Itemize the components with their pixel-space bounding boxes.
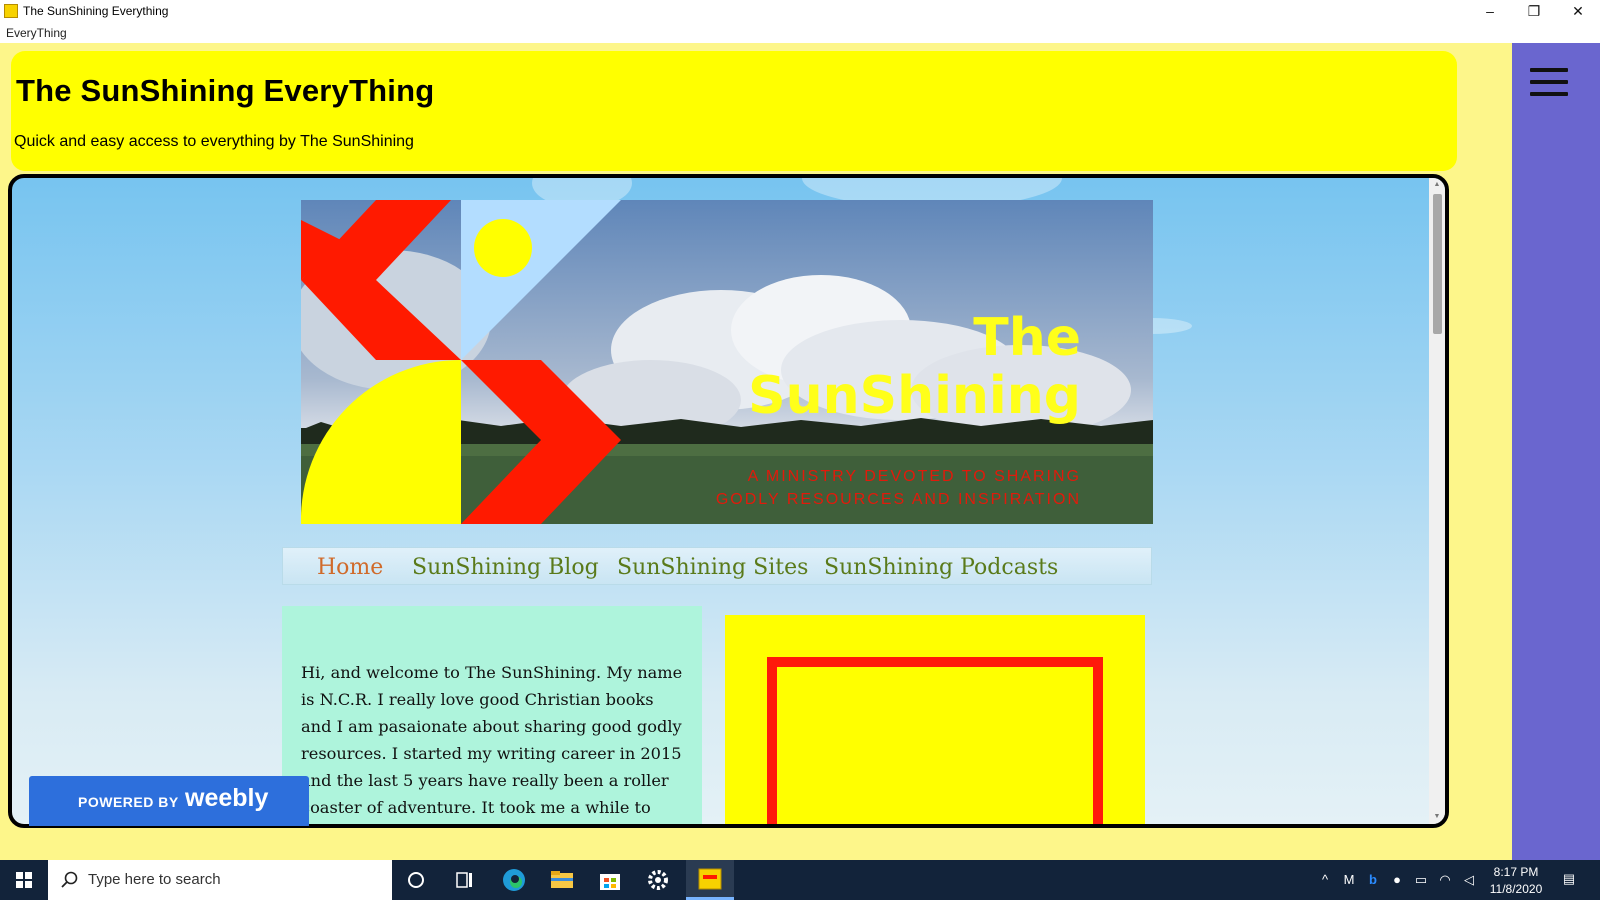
window-subtitle-bar: EveryThing (0, 22, 1600, 43)
banner-tagline-line2: Godly Resources and Inspiration (715, 491, 1081, 508)
nav-sunshining-podcasts[interactable]: SunShining Podcasts (824, 555, 1058, 580)
welcome-text: Hi, and welcome to The SunShining. My na… (301, 663, 683, 817)
promo-card (725, 615, 1145, 824)
nav-home[interactable]: Home (317, 555, 383, 580)
scroll-thumb[interactable] (1433, 194, 1442, 334)
app-header: The SunShining EveryThing Quick and easy… (11, 51, 1457, 171)
nav-sunshining-blog[interactable]: SunShining Blog (412, 555, 599, 580)
clock-date[interactable]: 11/8/2020 (1486, 882, 1546, 896)
file-explorer-icon[interactable] (538, 860, 586, 900)
windows-taskbar: Type here to search ^ M b ● ▭ ◠ ◁ 8:17 P… (0, 860, 1600, 900)
page-title: The SunShining EveryThing (16, 73, 435, 108)
store-icon[interactable] (586, 860, 634, 900)
gmail-icon[interactable]: M (1341, 872, 1357, 888)
taskbar-search-box[interactable]: Type here to search (48, 860, 392, 900)
website-webview[interactable]: The SunShining A Ministry Devoted to Sha… (8, 174, 1449, 828)
clock-time[interactable]: 8:17 PM (1486, 865, 1546, 879)
window-titlebar: The SunShining Everything – ❐ ✕ (0, 0, 1600, 22)
discord-icon[interactable]: ● (1389, 872, 1405, 888)
notification-icon[interactable]: ▤ (1560, 871, 1578, 889)
window-title: The SunShining Everything (23, 4, 169, 18)
minimize-button[interactable]: – (1468, 0, 1512, 22)
close-button[interactable]: ✕ (1556, 0, 1600, 22)
banner-title-line2: SunShining (748, 366, 1081, 426)
nav-sunshining-sites[interactable]: SunShining Sites (617, 555, 808, 580)
start-button[interactable] (0, 860, 48, 900)
bing-icon[interactable]: b (1365, 872, 1381, 888)
scroll-up-arrow-icon[interactable]: ▲ (1429, 178, 1445, 192)
search-icon (61, 871, 78, 888)
banner-tagline-line1: A Ministry Devoted to Sharing (747, 468, 1081, 485)
powered-by-weebly-badge[interactable]: POWERED BY weebly (29, 776, 309, 826)
settings-icon[interactable] (634, 860, 682, 900)
banner-title-line1: The (973, 308, 1081, 368)
battery-icon[interactable]: ▭ (1413, 872, 1429, 888)
welcome-card: Hi, and welcome to The SunShining. My na… (282, 606, 702, 824)
promo-frame (767, 657, 1103, 824)
restore-button[interactable]: ❐ (1512, 0, 1556, 22)
page-subtitle: Quick and easy access to everything by T… (14, 133, 414, 150)
cortana-icon[interactable] (392, 860, 440, 900)
app-icon (4, 4, 18, 18)
wifi-icon[interactable]: ◠ (1437, 872, 1453, 888)
sunshining-app-icon[interactable] (686, 860, 734, 900)
chevron-up-icon[interactable]: ^ (1317, 872, 1333, 888)
task-view-icon[interactable] (440, 860, 488, 900)
weebly-logo: weebly (185, 784, 269, 812)
side-panel (1512, 43, 1600, 860)
search-placeholder: Type here to search (88, 871, 221, 888)
webview-scrollbar[interactable]: ▲ ▼ (1429, 178, 1445, 824)
hamburger-menu-icon[interactable] (1530, 68, 1568, 98)
site-banner: The SunShining A Ministry Devoted to Sha… (301, 200, 1153, 524)
site-nav: Home SunShining Blog SunShining Sites Su… (282, 547, 1152, 585)
window-subtitle: EveryThing (6, 26, 67, 40)
edge-browser-icon[interactable] (490, 860, 538, 900)
windows-logo-icon (16, 872, 32, 888)
powered-by-label: POWERED BY (78, 794, 179, 810)
scroll-down-arrow-icon[interactable]: ▼ (1429, 810, 1445, 824)
volume-icon[interactable]: ◁ (1461, 872, 1477, 888)
